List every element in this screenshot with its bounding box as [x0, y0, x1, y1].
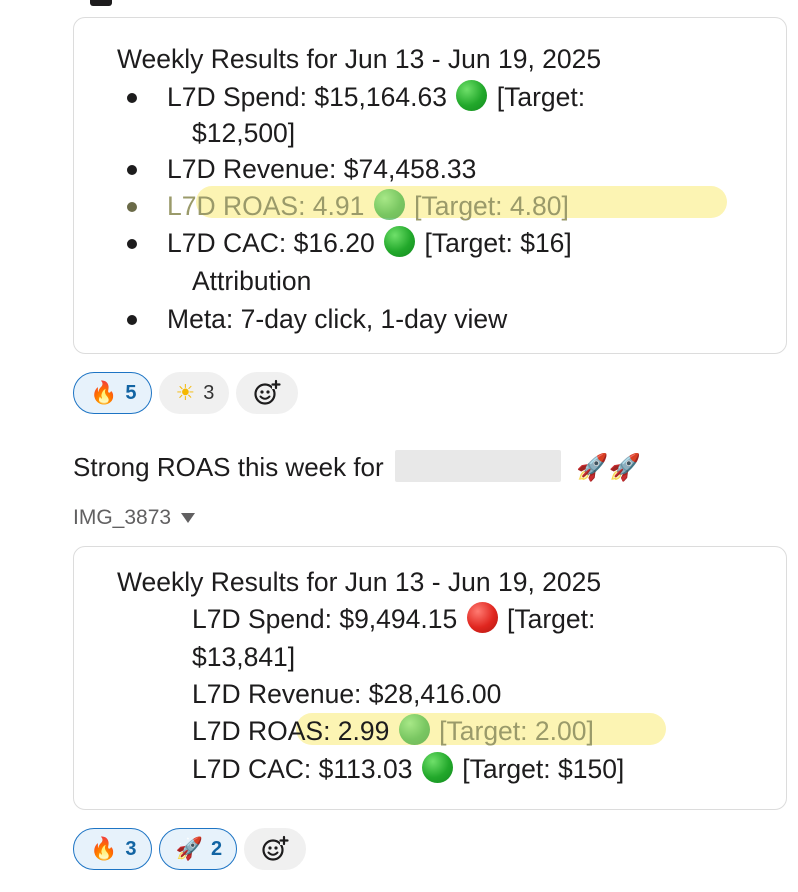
- add-reaction-icon: [262, 835, 289, 861]
- green-circle-icon: [398, 714, 430, 745]
- message-text: Strong ROAS this week for 🚀🚀: [73, 449, 641, 485]
- file-header[interactable]: IMG_3873: [73, 504, 196, 532]
- rocket-emoji-icon: 🚀🚀: [576, 453, 641, 483]
- card2-revenue-row: L7D Revenue: $28,416.00: [192, 679, 502, 709]
- green-circle-icon: [456, 80, 488, 111]
- message-body: Strong ROAS this week for: [73, 452, 384, 482]
- spend-label: L7D Spend: $15,164.63: [167, 82, 447, 112]
- cac-target: [Target: $150]: [462, 754, 625, 784]
- cropped-avatar-edge: [90, 0, 112, 6]
- card2-cac-row: L7D CAC: $113.03 [Target: $150]: [192, 750, 624, 788]
- reaction-bar-2: 🔥 3 🚀 2: [73, 828, 307, 870]
- card1-title: Weekly Results for Jun 13 - Jun 19, 2025: [117, 44, 602, 74]
- spend-target: [Target:: [496, 82, 586, 112]
- card2-title: Weekly Results for Jun 13 - Jun 19, 2025: [117, 567, 602, 597]
- reaction-bar-1: 🔥 5 ☀ 3: [73, 372, 299, 414]
- attribution-heading: Attribution: [192, 266, 312, 296]
- roas-target: [Target: 4.80]: [414, 191, 569, 221]
- card1-revenue-row: L7D Revenue: $74,458.33: [126, 150, 476, 188]
- spend-target-cont: $13,841]: [192, 642, 296, 672]
- fire-emoji-icon: 🔥: [90, 836, 118, 862]
- fire-emoji-icon: 🔥: [90, 380, 118, 406]
- reaction-fire-button[interactable]: 🔥 3: [73, 828, 152, 870]
- add-reaction-icon: [254, 379, 281, 405]
- card1-cac-row: L7D CAC: $16.20 [Target: $16]: [127, 224, 572, 262]
- green-circle-icon: [384, 226, 416, 257]
- reaction-rocket-button[interactable]: 🚀 2: [158, 828, 238, 870]
- rocket-emoji-icon: 🚀: [175, 836, 203, 862]
- reaction-fire-button[interactable]: 🔥 5: [73, 372, 152, 414]
- reaction-count: 3: [203, 381, 215, 404]
- red-circle-icon: [466, 602, 498, 633]
- spend-label: L7D Spend: $9,494.15: [192, 604, 458, 634]
- reaction-count: 3: [125, 837, 137, 860]
- roas-label: L7D ROAS: 2.99: [192, 716, 390, 746]
- roas-label: L7D ROAS: 4.91: [167, 191, 365, 221]
- card1-roas-row: L7D ROAS: 4.91 [Target: 4.80]: [127, 187, 569, 225]
- card2-roas-row: L7D ROAS: 2.99 [Target: 2.00]: [192, 712, 594, 750]
- roas-target: [Target: 2.00]: [439, 716, 594, 746]
- cac-label: L7D CAC: $16.20: [167, 228, 375, 258]
- redacted-text: [394, 450, 561, 482]
- card2-spend-row: L7D Spend: $9,494.15 [Target:: [192, 600, 595, 638]
- green-circle-icon: [421, 752, 453, 783]
- card1-spend-row: L7D Spend: $15,164.63 [Target:: [126, 78, 586, 116]
- cac-label: L7D CAC: $113.03: [192, 754, 413, 784]
- green-circle-icon: [373, 189, 405, 220]
- cac-target: [Target: $16]: [424, 228, 572, 258]
- file-name: IMG_3873: [73, 506, 172, 529]
- attribution-item: Meta: 7-day click, 1-day view: [126, 300, 507, 338]
- spend-target-cont: $12,500]: [192, 118, 296, 148]
- add-reaction-button[interactable]: [244, 828, 307, 870]
- chevron-down-icon[interactable]: [181, 513, 196, 523]
- reaction-count: 2: [210, 837, 223, 860]
- reaction-count: 5: [125, 381, 137, 404]
- add-reaction-button[interactable]: [236, 372, 299, 414]
- sun-emoji-icon: ☀: [175, 380, 196, 406]
- spend-target: [Target:: [506, 604, 596, 634]
- reaction-sun-button[interactable]: ☀ 3: [158, 372, 230, 414]
